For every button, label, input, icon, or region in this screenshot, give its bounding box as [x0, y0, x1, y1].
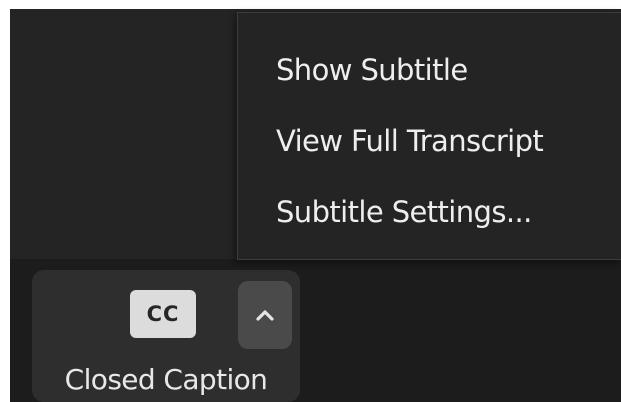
chevron-up-icon [256, 310, 274, 321]
closed-caption-options-button[interactable] [238, 281, 292, 349]
closed-caption-icon[interactable]: CC [130, 290, 196, 338]
closed-caption-label: Closed Caption [64, 363, 268, 396]
menu-item-subtitle-settings[interactable]: Subtitle Settings... [238, 183, 621, 241]
zoom-meeting-window: CC Closed Caption Show Subtitle View Ful… [0, 0, 621, 402]
menu-item-show-subtitle[interactable]: Show Subtitle [238, 41, 621, 99]
subtitle-options-menu: Show Subtitle View Full Transcript Subti… [237, 12, 621, 260]
menu-item-view-full-transcript[interactable]: View Full Transcript [238, 112, 621, 170]
